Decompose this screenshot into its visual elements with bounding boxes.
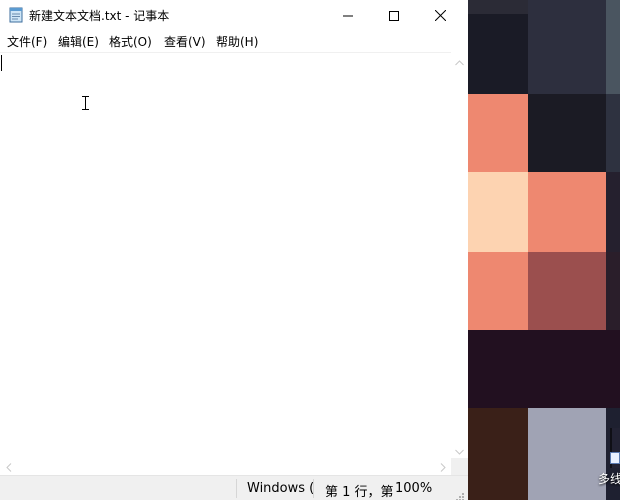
wallpaper-tile (606, 172, 620, 252)
status-position: 第 1 行，第 (325, 485, 394, 500)
scroll-right-button[interactable] (434, 458, 451, 475)
close-button[interactable] (417, 0, 463, 30)
ibeam-cursor-icon (82, 95, 89, 110)
wallpaper-tile (528, 252, 606, 330)
text-editor[interactable] (0, 52, 451, 458)
wallpaper-tile (468, 330, 620, 408)
title-bar[interactable]: 新建文本文档.txt - 记事本 (0, 0, 468, 30)
wallpaper-tile (468, 408, 528, 500)
status-bar: Windows ( 第 1 行，第 100% (0, 475, 468, 500)
maximize-icon (389, 6, 399, 25)
status-divider (236, 479, 237, 498)
wallpaper-tile (468, 0, 528, 14)
minimize-button[interactable] (325, 0, 371, 30)
chevron-down-icon (455, 440, 464, 459)
menu-edit[interactable]: 编辑(E) (58, 33, 99, 50)
wallpaper-tile (528, 0, 606, 94)
scrollbar-corner (451, 458, 468, 475)
desktop-shortcut-label: 多线 (598, 472, 620, 486)
status-zoom: 100% (395, 481, 433, 496)
scroll-up-button[interactable] (451, 52, 468, 69)
wallpaper-tile (468, 14, 528, 94)
desktop-shortcut[interactable] (598, 428, 620, 500)
scroll-left-button[interactable] (0, 458, 17, 475)
menu-file[interactable]: 文件(F) (7, 33, 47, 50)
wallpaper-tile (606, 94, 620, 172)
chevron-right-icon (440, 457, 446, 476)
wallpaper-tile (606, 0, 620, 94)
chevron-up-icon (455, 51, 464, 70)
close-icon (434, 6, 446, 25)
menu-bar: 文件(F) 编辑(E) 格式(O) 查看(V) 帮助(H) (0, 30, 468, 52)
wallpaper-tile (468, 172, 528, 252)
maximize-button[interactable] (371, 0, 417, 30)
wallpaper-tile (606, 252, 620, 330)
status-divider (313, 479, 314, 498)
chevron-left-icon (5, 457, 12, 476)
horizontal-scrollbar[interactable] (0, 458, 451, 475)
wallpaper-tile (468, 94, 528, 172)
vertical-scrollbar[interactable] (451, 52, 468, 458)
window-title: 新建文本文档.txt - 记事本 (29, 9, 170, 23)
scroll-down-button[interactable] (451, 441, 468, 458)
status-encoding: Windows ( (247, 481, 315, 496)
menu-help[interactable]: 帮助(H) (216, 33, 258, 50)
text-caret (1, 55, 2, 71)
menu-view[interactable]: 查看(V) (164, 33, 206, 50)
shortcut-glyph-icon (610, 452, 620, 464)
wallpaper-tile (528, 172, 606, 252)
wallpaper-tile (468, 252, 528, 330)
menu-format[interactable]: 格式(O) (109, 33, 152, 50)
notepad-window: 新建文本文档.txt - 记事本 文件(F) 编辑(E) 格式(O) 查看(V)… (0, 0, 468, 500)
notepad-icon (9, 7, 23, 23)
resize-grip-icon[interactable] (455, 487, 465, 500)
wallpaper-tile (528, 408, 606, 500)
minimize-icon (343, 6, 353, 25)
wallpaper-tile (528, 94, 606, 172)
